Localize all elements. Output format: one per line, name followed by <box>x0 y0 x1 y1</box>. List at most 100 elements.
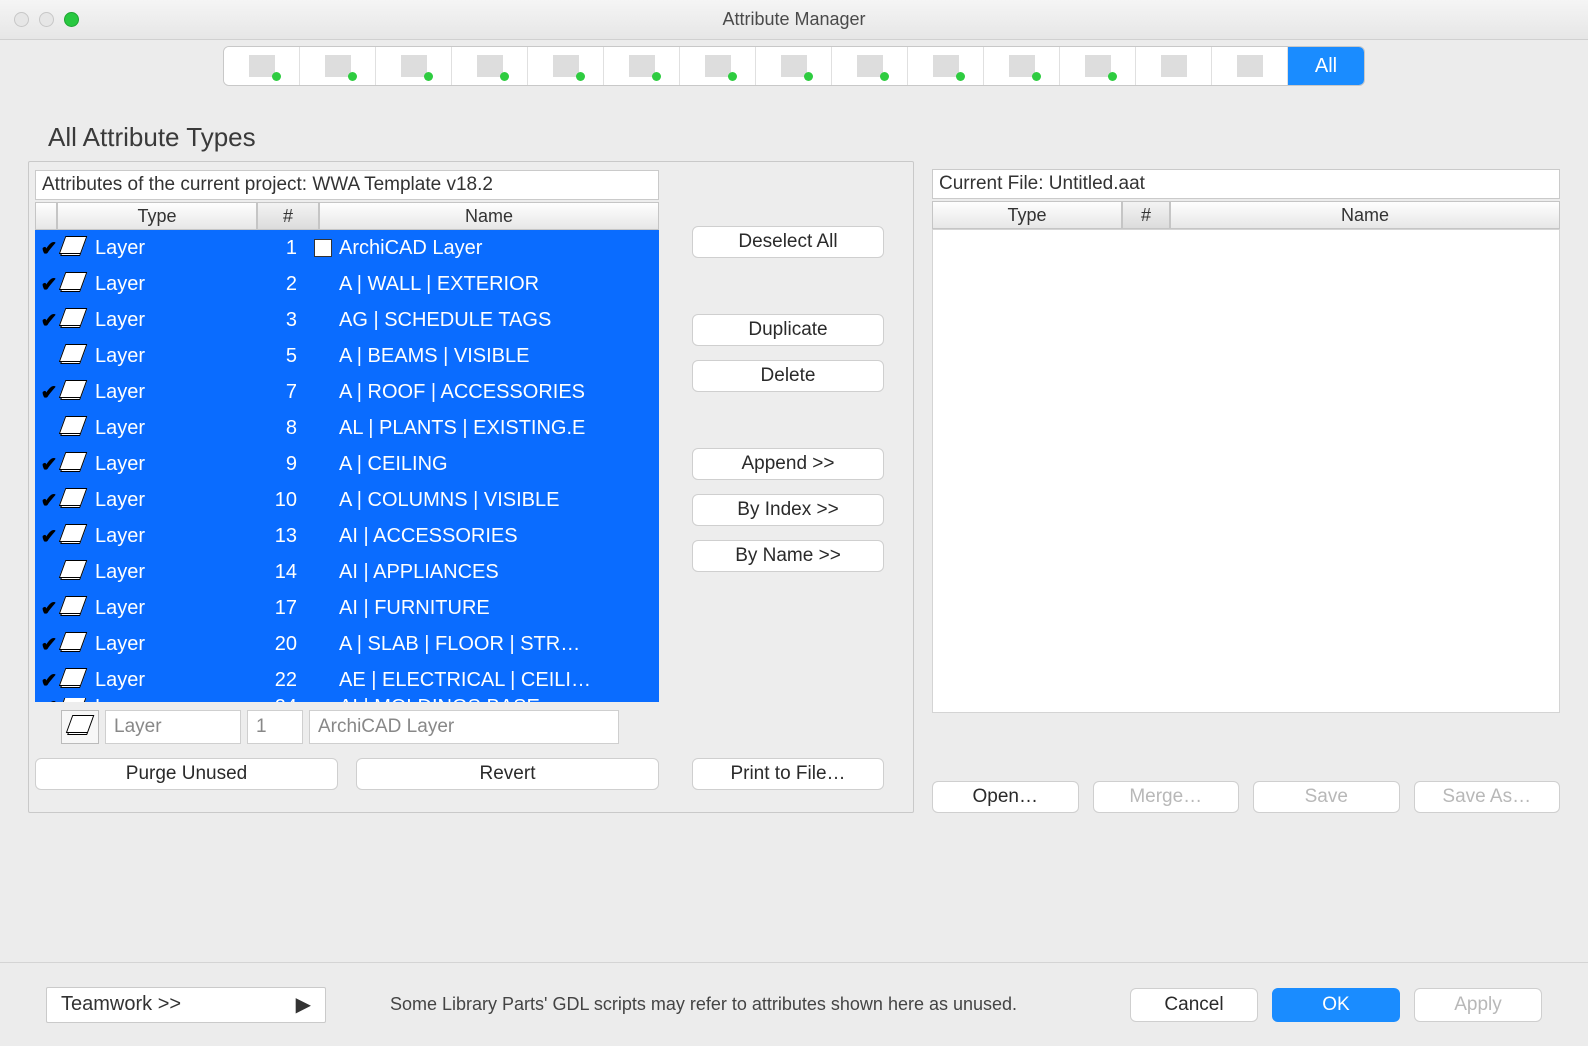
tool-all[interactable]: All <box>1288 47 1364 85</box>
tool-cities[interactable] <box>984 47 1060 85</box>
table-row[interactable]: ✔Layer2A | WALL | EXTERIOR <box>35 266 659 302</box>
row-name: A | SLAB | FLOOR | STR… <box>339 633 659 656</box>
purge-unused-button[interactable]: Purge Unused <box>35 758 338 790</box>
teamwork-button[interactable]: Teamwork >> ▶ <box>46 987 326 1023</box>
delete-button[interactable]: Delete <box>692 360 884 392</box>
tool-linetypes[interactable] <box>300 47 376 85</box>
tool-profiles[interactable] <box>756 47 832 85</box>
by-name-button[interactable]: By Name >> <box>692 540 884 572</box>
table-row[interactable]: ✔Layer13AI | ACCESSORIES <box>35 518 659 554</box>
editor-num-input[interactable] <box>247 710 303 744</box>
row-num: 2 <box>245 273 307 296</box>
row-type: Layer <box>87 698 245 702</box>
open-button[interactable]: Open… <box>932 781 1079 813</box>
layer-icon <box>59 384 87 400</box>
tool-fills[interactable] <box>376 47 452 85</box>
table-row[interactable]: ✔Layer10A | COLUMNS | VISIBLE <box>35 482 659 518</box>
row-num: 5 <box>245 345 307 368</box>
right-col-num[interactable]: # <box>1122 201 1170 229</box>
footer-message: Some Library Parts' GDL scripts may refe… <box>350 994 1106 1015</box>
cancel-button[interactable]: Cancel <box>1130 988 1258 1022</box>
row-check-icon: ✔ <box>39 668 59 693</box>
tool-building-materials[interactable] <box>604 47 680 85</box>
row-check-icon: ✔ <box>39 698 59 702</box>
right-table[interactable] <box>932 229 1560 713</box>
col-check[interactable] <box>35 202 57 230</box>
row-name: AG | SCHEDULE TAGS <box>339 309 659 332</box>
layer-icon <box>59 528 87 544</box>
ok-button[interactable]: OK <box>1272 988 1400 1022</box>
row-num: 24 <box>245 698 307 702</box>
tool-surfaces[interactable] <box>528 47 604 85</box>
right-col-type[interactable]: Type <box>932 201 1122 229</box>
table-row[interactable]: ✔Layer20A | SLAB | FLOOR | STR… <box>35 626 659 662</box>
editor-type-icon[interactable] <box>61 710 99 744</box>
layer-icon <box>59 276 87 292</box>
col-num[interactable]: # <box>257 202 319 230</box>
footer: Teamwork >> ▶ Some Library Parts' GDL sc… <box>0 962 1588 1046</box>
table-row[interactable]: ✔Layer24AI | MOLDINGS BASE <box>35 698 659 702</box>
apply-button[interactable]: Apply <box>1414 988 1542 1022</box>
tool-markup[interactable] <box>1060 47 1136 85</box>
row-num: 1 <box>245 237 307 260</box>
tool-operation[interactable] <box>1136 47 1212 85</box>
by-index-button[interactable]: By Index >> <box>692 494 884 526</box>
tool-renovation[interactable] <box>1212 47 1288 85</box>
save-as-button[interactable]: Save As… <box>1414 781 1561 813</box>
table-row[interactable]: Layer8AL | PLANTS | EXISTING.E <box>35 410 659 446</box>
table-row[interactable]: ✔Layer1ArchiCAD Layer <box>35 230 659 266</box>
row-check-icon: ✔ <box>39 488 59 513</box>
col-type[interactable]: Type <box>57 202 257 230</box>
row-name: AL | PLANTS | EXISTING.E <box>339 417 659 440</box>
teamwork-label: Teamwork >> <box>61 993 181 1016</box>
attribute-table[interactable]: ✔Layer1ArchiCAD Layer✔Layer2A | WALL | E… <box>35 230 659 702</box>
table-row[interactable]: ✔Layer17AI | FURNITURE <box>35 590 659 626</box>
table-row[interactable]: ✔Layer7A | ROOF | ACCESSORIES <box>35 374 659 410</box>
editor-type-input[interactable] <box>105 710 241 744</box>
toolbar: All <box>0 40 1588 92</box>
table-row[interactable]: ✔Layer3AG | SCHEDULE TAGS <box>35 302 659 338</box>
append-button[interactable]: Append >> <box>692 448 884 480</box>
tool-mep[interactable] <box>908 47 984 85</box>
table-row[interactable]: Layer5A | BEAMS | VISIBLE <box>35 338 659 374</box>
row-check-icon: ✔ <box>39 236 59 261</box>
layer-icon <box>59 348 87 364</box>
editor-name-input[interactable] <box>309 710 619 744</box>
tool-pens[interactable] <box>452 47 528 85</box>
row-name: A | CEILING <box>339 453 659 476</box>
editor-row <box>35 710 659 744</box>
layer-icon <box>59 420 87 436</box>
table-row[interactable]: ✔Layer22AE | ELECTRICAL | CEILI… <box>35 662 659 698</box>
cities-icon <box>1009 55 1035 77</box>
table-row[interactable]: ✔Layer9A | CEILING <box>35 446 659 482</box>
right-col-name[interactable]: Name <box>1170 201 1560 229</box>
left-panel: Attributes of the current project: WWA T… <box>28 161 914 813</box>
title-bar: Attribute Manager <box>0 0 1588 40</box>
layer-icon <box>59 672 87 688</box>
row-type: Layer <box>87 273 245 296</box>
row-check-icon: ✔ <box>39 524 59 549</box>
layer-icon <box>59 240 87 256</box>
table-row[interactable]: Layer14AI | APPLIANCES <box>35 554 659 590</box>
col-name[interactable]: Name <box>319 202 659 230</box>
pens-icon <box>477 55 503 77</box>
deselect-all-button[interactable]: Deselect All <box>692 226 884 258</box>
row-check-icon: ✔ <box>39 596 59 621</box>
layer-icon <box>59 456 87 472</box>
merge-button[interactable]: Merge… <box>1093 781 1240 813</box>
composites-icon <box>705 55 731 77</box>
revert-button[interactable]: Revert <box>356 758 659 790</box>
tool-layers[interactable] <box>224 47 300 85</box>
tool-zone-categories[interactable] <box>832 47 908 85</box>
duplicate-button[interactable]: Duplicate <box>692 314 884 346</box>
row-name: AE | ELECTRICAL | CEILI… <box>339 669 659 692</box>
save-button[interactable]: Save <box>1253 781 1400 813</box>
tool-composites[interactable] <box>680 47 756 85</box>
window-title: Attribute Manager <box>0 9 1588 30</box>
layers-icon <box>249 55 275 77</box>
row-num: 13 <box>245 525 307 548</box>
print-to-file-button[interactable]: Print to File… <box>692 758 884 790</box>
profiles-icon <box>781 55 807 77</box>
row-type: Layer <box>87 309 245 332</box>
row-num: 7 <box>245 381 307 404</box>
